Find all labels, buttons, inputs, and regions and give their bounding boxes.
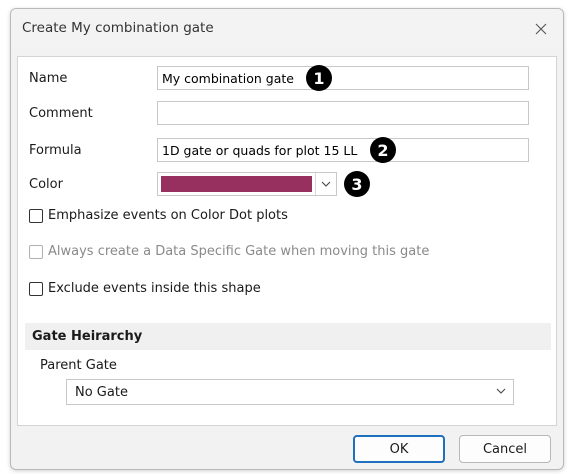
name-label: Name (29, 71, 68, 86)
close-button[interactable] (529, 17, 553, 41)
chevron-down-icon (495, 384, 507, 402)
title-bar: Create My combination gate (11, 9, 563, 49)
emphasize-events-option[interactable]: Emphasize events on Color Dot plots (29, 208, 288, 223)
formula-field[interactable]: 1D gate or quads for plot 15 LL (157, 138, 529, 162)
always-create-option: Always create a Data Specific Gate when … (29, 244, 429, 259)
close-icon (535, 23, 547, 35)
callout-marker-3: 3 (344, 171, 370, 197)
formula-label: Formula (29, 143, 82, 158)
color-label: Color (29, 177, 63, 192)
color-dropdown-arrow[interactable] (315, 173, 336, 195)
parent-gate-value: No Gate (75, 385, 128, 400)
name-field[interactable]: My combination gate (157, 66, 529, 90)
callout-marker-1: 1 (306, 65, 332, 91)
exclude-events-option[interactable]: Exclude events inside this shape (29, 281, 261, 296)
gate-properties-panel: Name My combination gate 1 Comment Formu… (17, 56, 557, 426)
emphasize-events-checkbox[interactable] (29, 208, 43, 223)
create-gate-dialog: Create My combination gate Name My combi… (10, 8, 564, 470)
always-create-label: Always create a Data Specific Gate when … (48, 244, 430, 259)
callout-marker-2: 2 (370, 137, 396, 163)
emphasize-events-label: Emphasize events on Color Dot plots (48, 208, 288, 223)
gate-hierarchy-header: Gate Heirarchy (25, 323, 551, 350)
always-create-checkbox (29, 244, 43, 259)
comment-label: Comment (29, 106, 93, 121)
color-swatch (161, 176, 312, 192)
parent-gate-label: Parent Gate (40, 358, 117, 373)
dialog-title: Create My combination gate (22, 20, 214, 36)
ok-button[interactable]: OK (353, 435, 445, 463)
chevron-down-icon (321, 181, 331, 187)
parent-gate-select[interactable]: No Gate (66, 379, 514, 405)
exclude-events-checkbox[interactable] (29, 281, 43, 296)
color-picker[interactable] (157, 172, 337, 196)
exclude-events-label: Exclude events inside this shape (48, 281, 261, 296)
cancel-button[interactable]: Cancel (459, 435, 551, 463)
comment-field[interactable] (157, 101, 529, 125)
